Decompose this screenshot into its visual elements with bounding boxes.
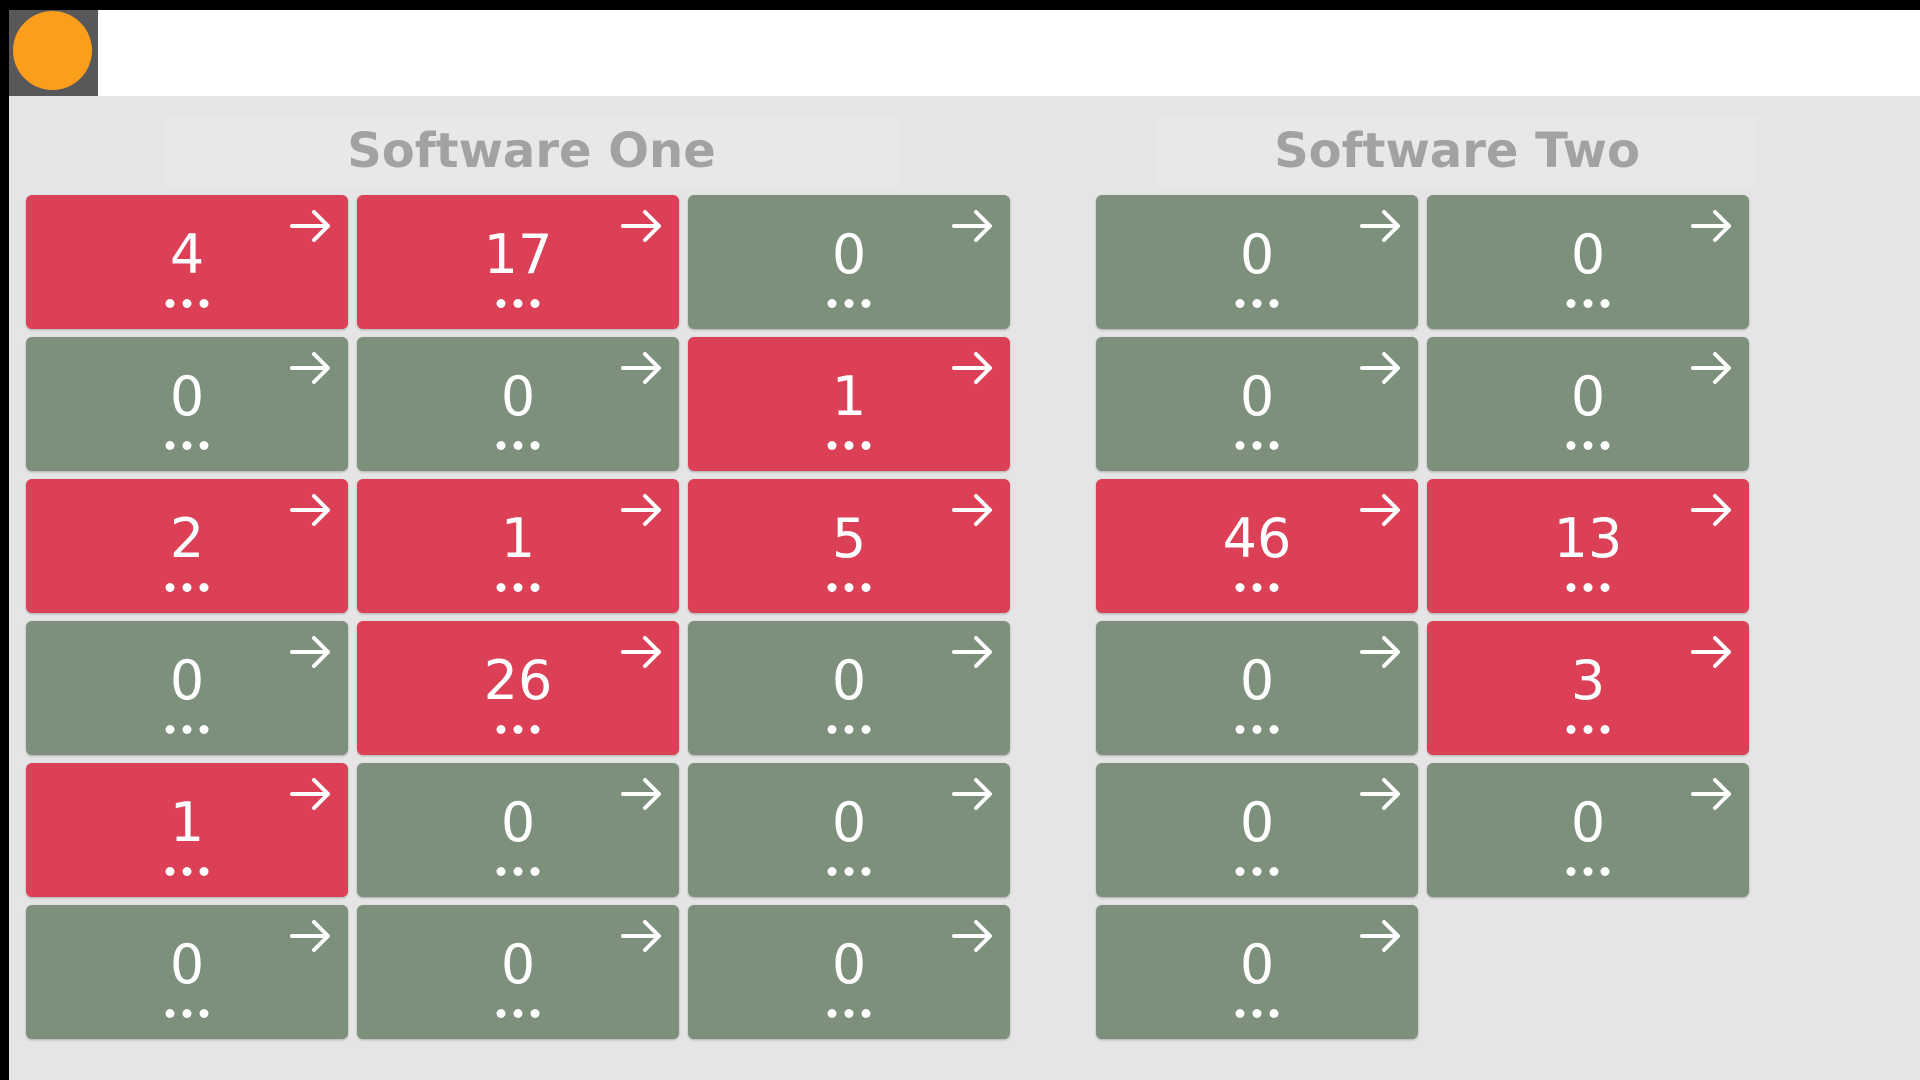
software-two-tile-grid: 0 0 0 0 46 13 0 3 0 0 0 (1096, 195, 1749, 1039)
logo-box[interactable] (9, 10, 98, 96)
status-tile-2-2[interactable]: 0 (1427, 195, 1749, 329)
section-title-software-two: Software Two (1157, 116, 1757, 186)
status-tile-1-10[interactable]: 0 (26, 621, 348, 755)
tile-count: 0 (1570, 365, 1606, 428)
tile-count: 0 (1570, 791, 1606, 854)
more-dots-icon[interactable] (1566, 867, 1610, 876)
tile-count: 3 (1570, 649, 1606, 712)
status-tile-2-11[interactable]: 0 (1096, 905, 1418, 1039)
tile-count: 1 (169, 791, 205, 854)
status-tile-1-3[interactable]: 0 (688, 195, 1010, 329)
status-tile-1-9[interactable]: 5 (688, 479, 1010, 613)
section-title-software-one: Software One (164, 116, 899, 186)
status-tile-2-6[interactable]: 13 (1427, 479, 1749, 613)
more-dots-icon[interactable] (496, 583, 540, 592)
tile-count: 4 (169, 223, 205, 286)
more-dots-icon[interactable] (827, 725, 871, 734)
status-tile-2-9[interactable]: 0 (1096, 763, 1418, 897)
status-tile-2-8[interactable]: 3 (1427, 621, 1749, 755)
more-dots-icon[interactable] (165, 1009, 209, 1018)
more-dots-icon[interactable] (827, 1009, 871, 1018)
more-dots-icon[interactable] (165, 867, 209, 876)
dashboard: Software One Software Two 4 17 0 0 0 1 2… (9, 96, 1920, 1080)
top-bar (98, 10, 1920, 96)
status-tile-2-5[interactable]: 46 (1096, 479, 1418, 613)
tile-count: 0 (831, 791, 867, 854)
status-tile-2-1[interactable]: 0 (1096, 195, 1418, 329)
tile-count: 0 (1239, 933, 1275, 996)
more-dots-icon[interactable] (827, 583, 871, 592)
more-dots-icon[interactable] (1566, 299, 1610, 308)
tile-count: 0 (500, 791, 536, 854)
status-tile-1-14[interactable]: 0 (357, 763, 679, 897)
status-tile-1-4[interactable]: 0 (26, 337, 348, 471)
tile-count: 13 (1553, 507, 1623, 570)
more-dots-icon[interactable] (496, 867, 540, 876)
status-tile-2-4[interactable]: 0 (1427, 337, 1749, 471)
tile-count: 0 (169, 933, 205, 996)
tile-count: 0 (1570, 223, 1606, 286)
top-border (0, 0, 1920, 10)
status-tile-2-7[interactable]: 0 (1096, 621, 1418, 755)
more-dots-icon[interactable] (496, 1009, 540, 1018)
tile-count: 0 (169, 649, 205, 712)
status-tile-1-16[interactable]: 0 (26, 905, 348, 1039)
tile-count: 5 (831, 507, 867, 570)
more-dots-icon[interactable] (496, 725, 540, 734)
tile-count: 26 (483, 649, 553, 712)
more-dots-icon[interactable] (827, 299, 871, 308)
tile-count: 17 (483, 223, 553, 286)
more-dots-icon[interactable] (1235, 441, 1279, 450)
tile-count: 0 (831, 223, 867, 286)
tile-count: 0 (831, 649, 867, 712)
status-tile-1-15[interactable]: 0 (688, 763, 1010, 897)
status-tile-1-1[interactable]: 4 (26, 195, 348, 329)
more-dots-icon[interactable] (1566, 441, 1610, 450)
more-dots-icon[interactable] (1235, 725, 1279, 734)
status-tile-1-11[interactable]: 26 (357, 621, 679, 755)
more-dots-icon[interactable] (1235, 867, 1279, 876)
status-tile-1-18[interactable]: 0 (688, 905, 1010, 1039)
more-dots-icon[interactable] (1566, 725, 1610, 734)
tile-count: 0 (169, 365, 205, 428)
tile-count: 0 (1239, 223, 1275, 286)
more-dots-icon[interactable] (165, 299, 209, 308)
more-dots-icon[interactable] (1235, 1009, 1279, 1018)
more-dots-icon[interactable] (165, 725, 209, 734)
software-one-tile-grid: 4 17 0 0 0 1 2 1 5 0 26 0 1 0 0 0 0 0 (26, 195, 1010, 1039)
tile-count: 1 (500, 507, 536, 570)
tile-count: 0 (500, 365, 536, 428)
tile-count: 0 (1239, 365, 1275, 428)
status-tile-1-6[interactable]: 1 (688, 337, 1010, 471)
more-dots-icon[interactable] (165, 441, 209, 450)
status-tile-1-5[interactable]: 0 (357, 337, 679, 471)
more-dots-icon[interactable] (1235, 583, 1279, 592)
tile-count: 2 (169, 507, 205, 570)
more-dots-icon[interactable] (827, 441, 871, 450)
more-dots-icon[interactable] (1235, 299, 1279, 308)
more-dots-icon[interactable] (827, 867, 871, 876)
tile-count: 0 (831, 933, 867, 996)
status-tile-2-3[interactable]: 0 (1096, 337, 1418, 471)
orange-circle-logo-icon (13, 11, 92, 90)
status-tile-1-17[interactable]: 0 (357, 905, 679, 1039)
tile-count: 0 (500, 933, 536, 996)
status-tile-2-10[interactable]: 0 (1427, 763, 1749, 897)
more-dots-icon[interactable] (496, 441, 540, 450)
more-dots-icon[interactable] (165, 583, 209, 592)
status-tile-1-12[interactable]: 0 (688, 621, 1010, 755)
more-dots-icon[interactable] (496, 299, 540, 308)
tile-count: 1 (831, 365, 867, 428)
tile-count: 0 (1239, 649, 1275, 712)
status-tile-1-13[interactable]: 1 (26, 763, 348, 897)
tile-count: 0 (1239, 791, 1275, 854)
status-tile-1-8[interactable]: 1 (357, 479, 679, 613)
tile-count: 46 (1222, 507, 1292, 570)
more-dots-icon[interactable] (1566, 583, 1610, 592)
status-tile-1-7[interactable]: 2 (26, 479, 348, 613)
left-border (0, 0, 9, 1080)
status-tile-1-2[interactable]: 17 (357, 195, 679, 329)
